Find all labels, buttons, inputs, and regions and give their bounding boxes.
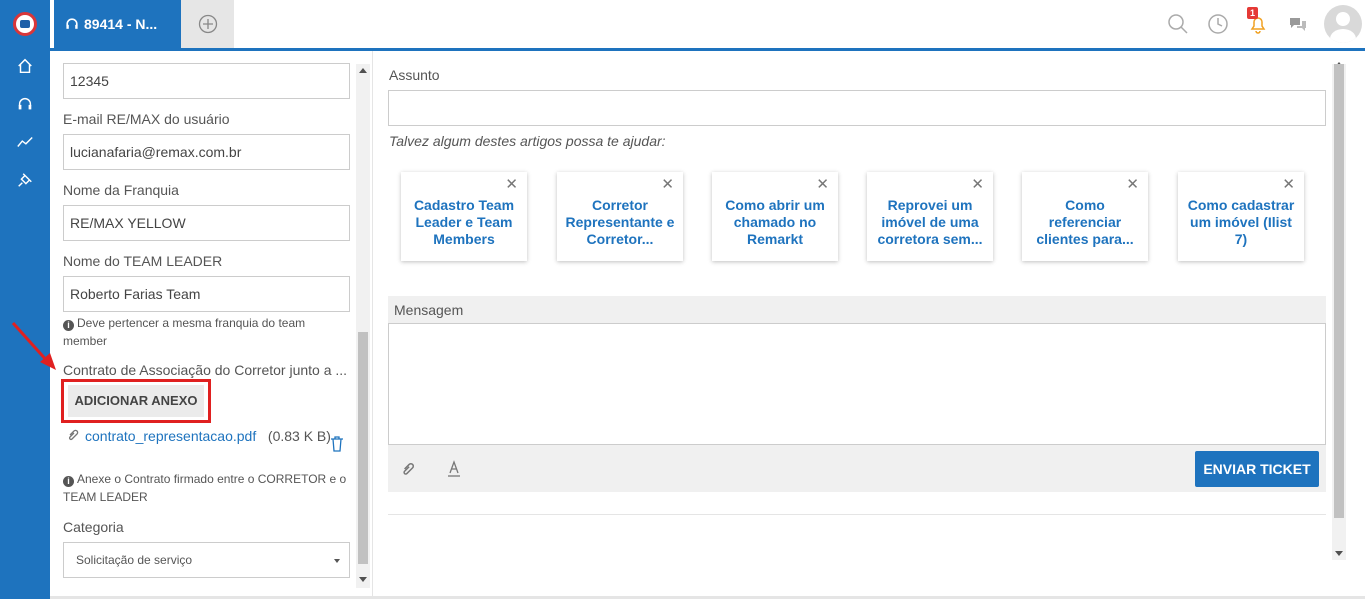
footer-divider: [388, 514, 1326, 515]
article-card[interactable]: ✕ Como cadastrar um imóvel (Ilist 7): [1178, 172, 1304, 261]
info-icon: i: [63, 476, 74, 487]
headset-icon[interactable]: [15, 94, 35, 114]
contract-hint: i Anexe o Contrato firmado entre o CORRET…: [63, 470, 348, 506]
trash-icon[interactable]: [330, 436, 344, 452]
red-arrow-annotation-icon: [11, 321, 56, 370]
team-leader-hint: i Deve pertencer a mesma franquia do team…: [63, 314, 348, 350]
franchise-label: Nome da Franquia: [63, 182, 179, 198]
add-tab-button[interactable]: [181, 0, 234, 48]
subject-input[interactable]: [388, 90, 1326, 126]
plus-circle-icon: [198, 14, 217, 34]
article-card[interactable]: ✕ Como referenciar clientes para...: [1022, 172, 1148, 261]
close-icon[interactable]: ✕: [971, 177, 984, 192]
top-value-field[interactable]: 12345: [63, 63, 350, 99]
category-value: Solicitação de serviço: [76, 553, 193, 567]
headset-icon: [66, 18, 78, 29]
article-card[interactable]: ✕ Cadastro Team Leader e Team Members: [401, 172, 527, 261]
close-icon[interactable]: ✕: [816, 177, 829, 192]
tab-label: 89414 - N...: [84, 16, 158, 32]
search-icon[interactable]: [1158, 0, 1198, 48]
team-leader-field[interactable]: Roberto Farias Team: [63, 276, 350, 312]
category-label: Categoria: [63, 519, 124, 535]
send-ticket-button[interactable]: ENVIAR TICKET: [1195, 451, 1319, 487]
close-icon[interactable]: ✕: [1282, 177, 1295, 192]
subject-label: Assunto: [389, 67, 440, 83]
article-title: Reprovei um imóvel de uma corretora sem.…: [877, 197, 983, 247]
article-title: Como abrir um chamado no Remarkt: [725, 197, 825, 247]
home-icon[interactable]: [15, 56, 35, 76]
contract-label: Contrato de Associação do Corretor junto…: [63, 362, 348, 378]
article-card[interactable]: ✕ Reprovei um imóvel de uma corretora se…: [867, 172, 993, 261]
info-icon: i: [63, 320, 74, 331]
close-icon[interactable]: ✕: [661, 177, 674, 192]
scroll-thumb[interactable]: [1334, 64, 1344, 518]
chat-bubbles-icon[interactable]: [1278, 0, 1318, 48]
chart-trend-icon[interactable]: [15, 132, 35, 152]
text-format-icon[interactable]: [446, 460, 462, 478]
pin-icon[interactable]: [15, 170, 35, 190]
article-title: Como referenciar clientes para...: [1036, 197, 1134, 247]
contract-hint-text: Anexe o Contrato firmado entre o CORRETO…: [63, 472, 347, 504]
notifications-bell-icon[interactable]: 1: [1238, 0, 1278, 48]
user-avatar[interactable]: [1324, 5, 1362, 43]
close-icon[interactable]: ✕: [505, 177, 518, 192]
help-text: Talvez algum destes artigos possa te aju…: [389, 133, 666, 149]
article-card[interactable]: ✕ Corretor Representante e Corretor...: [557, 172, 683, 261]
close-icon[interactable]: ✕: [1126, 177, 1139, 192]
category-select[interactable]: Solicitação de serviço: [63, 542, 350, 578]
attachment-item: contrato_representacao.pdf (0.83 K B): [66, 426, 356, 446]
message-toolbar: [388, 445, 1326, 492]
tab-ticket[interactable]: 89414 - N...: [54, 0, 181, 48]
scroll-down-icon[interactable]: [1335, 551, 1343, 556]
top-right-actions: 1: [1158, 0, 1365, 48]
paperclip-icon: [68, 429, 79, 441]
scroll-down-icon[interactable]: [359, 577, 367, 582]
add-attachment-label: ADICIONAR ANEXO: [68, 385, 204, 417]
panel-divider: [372, 51, 373, 599]
scroll-up-icon[interactable]: [359, 68, 367, 73]
email-field[interactable]: lucianafaria@remax.com.br: [63, 134, 350, 170]
remax-logo-icon[interactable]: [13, 12, 37, 36]
notification-badge: 1: [1247, 7, 1259, 19]
team-leader-label: Nome do TEAM LEADER: [63, 253, 223, 269]
franchise-field[interactable]: RE/MAX YELLOW: [63, 205, 350, 241]
add-attachment-button[interactable]: ADICIONAR ANEXO: [61, 379, 211, 423]
topbar-divider: [50, 48, 1365, 51]
article-title: Como cadastrar um imóvel (Ilist 7): [1187, 197, 1295, 247]
right-scrollbar[interactable]: [1332, 62, 1346, 560]
scroll-thumb[interactable]: [358, 332, 368, 564]
top-bar: 89414 - N... 1: [50, 0, 1365, 51]
left-nav-rail: [0, 0, 50, 599]
article-card[interactable]: ✕ Como abrir um chamado no Remarkt: [712, 172, 838, 261]
history-clock-icon[interactable]: [1198, 0, 1238, 48]
attachment-link[interactable]: contrato_representacao.pdf: [85, 428, 256, 444]
message-textarea[interactable]: [388, 323, 1326, 445]
app: 89414 - N... 1 12345 E-mail RE/MAX do us…: [0, 0, 1365, 599]
team-leader-hint-text: Deve pertencer a mesma franquia do team …: [63, 316, 306, 348]
article-title: Corretor Representante e Corretor...: [565, 197, 675, 247]
attachment-size: (0.83 K B): [267, 428, 331, 444]
chevron-down-icon: [334, 559, 340, 563]
message-label: Mensagem: [388, 296, 1326, 324]
paperclip-icon[interactable]: [400, 461, 416, 477]
article-title: Cadastro Team Leader e Team Members: [413, 197, 515, 247]
left-scrollbar[interactable]: [356, 64, 370, 588]
email-label: E-mail RE/MAX do usuário: [63, 111, 230, 127]
